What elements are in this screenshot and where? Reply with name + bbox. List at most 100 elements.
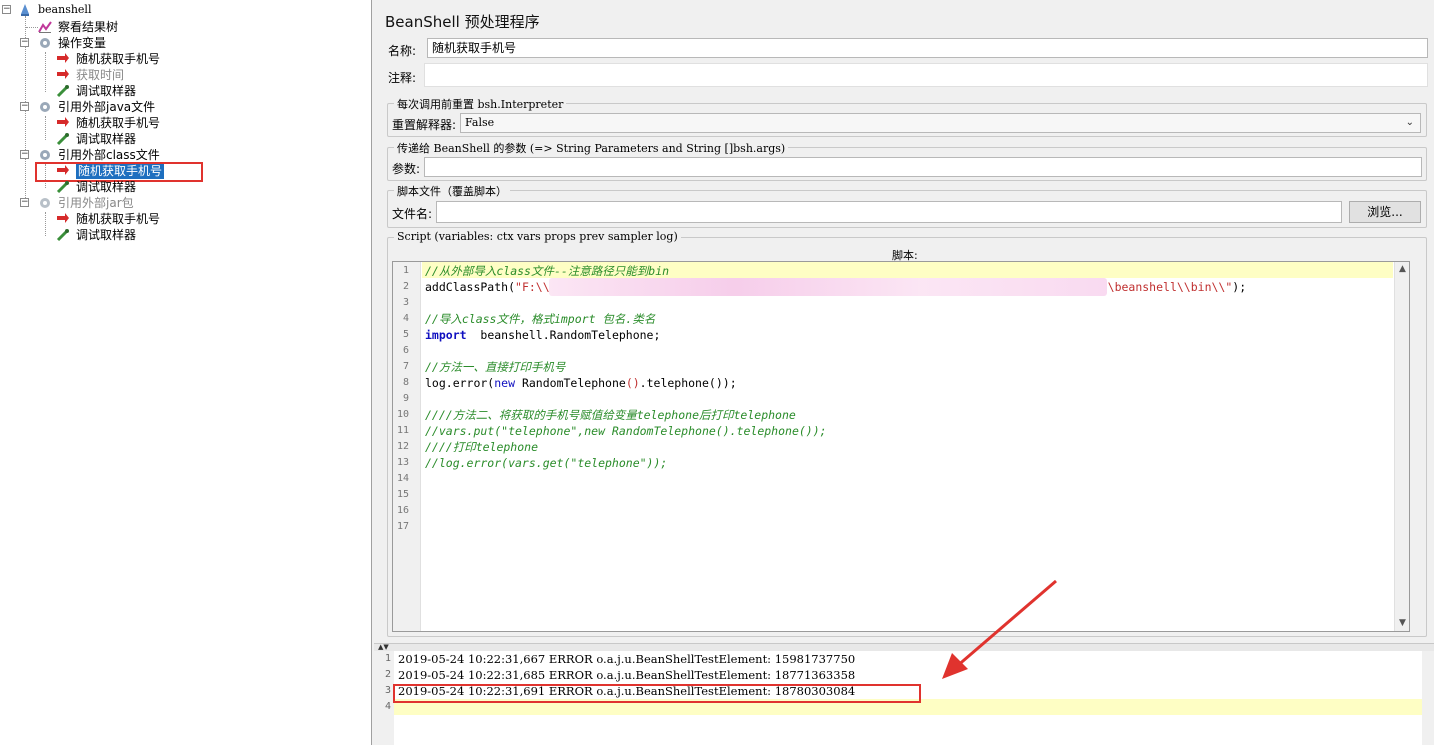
results-tree-icon (38, 21, 52, 33)
code-token: () (625, 376, 640, 390)
tree-node-label: 调试取样器 (76, 132, 137, 146)
log-scrollbar[interactable] (1422, 651, 1434, 745)
code-line: ////方法二、将获取的手机号赋值给变量telephone后打印telephon… (425, 408, 796, 422)
code-token: ()); (708, 376, 737, 390)
line-number: 4 (384, 701, 391, 712)
tree-node-jar[interactable]: − 引用外部jar包 (20, 195, 200, 211)
name-label: 名称: (388, 44, 417, 58)
group-title: 传递给 BeanShell 的参数 (=> String Parameters … (394, 140, 789, 156)
collapse-toggle[interactable]: − (20, 198, 29, 207)
log-line: 2019-05-24 10:22:31,685 ERROR o.a.j.u.Be… (398, 668, 856, 682)
tree-node-label: 调试取样器 (76, 228, 137, 242)
code-token: RandomTelephone (515, 376, 626, 390)
collapse-toggle[interactable]: − (20, 102, 29, 111)
line-number: 3 (384, 685, 391, 696)
code-line: //log.error(vars.get("telephone")); (425, 456, 668, 470)
panel-title: BeanShell 预处理程序 (385, 13, 540, 31)
log-line-gutter: 1 2 3 4 (374, 651, 394, 745)
code-line: //从外部导入class文件--注意路径只能到bin (425, 264, 670, 278)
line-number: 6 (402, 345, 409, 356)
tree-node-operate-vars[interactable]: − 操作变量 (20, 35, 180, 51)
preprocessor-icon (57, 53, 69, 63)
tree-node-label: 引用外部java文件 (58, 100, 156, 114)
code-token: .telephone (639, 376, 709, 390)
tree-node-java-file[interactable]: − 引用外部java文件 (20, 99, 200, 115)
scroll-up-icon[interactable]: ▲ (1395, 262, 1409, 277)
beanshell-preprocessor-panel: BeanShell 预处理程序 名称: 随机获取手机号 注释: 每次调用前重置 … (374, 0, 1434, 745)
tree-node-debug-sampler[interactable]: 调试取样器 (56, 131, 196, 147)
line-number: 3 (402, 297, 409, 308)
params-input[interactable] (424, 157, 1422, 177)
pipette-icon (56, 181, 69, 194)
log-splitter[interactable]: ▲▼ (374, 643, 1434, 651)
name-input[interactable]: 随机获取手机号 (427, 38, 1428, 58)
tree-node-debug-sampler[interactable]: 调试取样器 (56, 227, 196, 243)
script-editor[interactable]: 1 2 3 4 5 6 7 8 9 10 11 12 13 14 15 16 1… (392, 261, 1410, 632)
tree-node-class-file[interactable]: − 引用外部class文件 (20, 147, 200, 163)
log-output[interactable]: 1 2 3 4 2019-05-24 10:22:31,667 ERROR o.… (374, 651, 1434, 745)
gear-icon (40, 198, 50, 208)
scroll-down-icon[interactable]: ▼ (1395, 616, 1409, 631)
line-number: 17 (396, 521, 409, 532)
line-number: 1 (402, 265, 409, 276)
tree-node-random-phone[interactable]: 随机获取手机号 (56, 211, 196, 227)
collapse-toggle[interactable]: − (20, 150, 29, 159)
line-number: 9 (402, 393, 409, 404)
collapse-toggle[interactable]: − (20, 38, 29, 47)
filename-input[interactable] (436, 201, 1342, 223)
group-title: 脚本文件（覆盖脚本） (394, 183, 510, 199)
code-line: ////打印telephone (425, 440, 539, 454)
code-string: "F:\\ (515, 280, 550, 294)
tree-node-debug-sampler[interactable]: 调试取样器 (56, 179, 196, 195)
preprocessor-icon (57, 213, 69, 223)
reset-label: 重置解释器: (392, 118, 457, 132)
line-number: 8 (402, 377, 409, 388)
params-label: 参数: (392, 162, 421, 176)
tree-node-label: 随机获取手机号 (76, 212, 161, 226)
reset-value: False (465, 116, 495, 129)
reset-interpreter-select[interactable]: False ⌄ (460, 113, 1421, 133)
tree-node-label: 调试取样器 (76, 180, 137, 194)
redacted-path-blur (549, 278, 1107, 296)
code-line: log.error(new RandomTelephone().telephon… (425, 375, 737, 391)
code-line: //导入class文件，格式import 包名.类名 (425, 312, 656, 326)
line-number: 14 (396, 473, 409, 484)
line-number: 1 (384, 653, 391, 664)
tree-node-label: 调试取样器 (76, 84, 137, 98)
code-token: beanshell.RandomTelephone; (466, 328, 661, 342)
line-number: 7 (402, 361, 409, 372)
log-line: 2019-05-24 10:22:31,667 ERROR o.a.j.u.Be… (398, 652, 856, 666)
preprocessor-icon (57, 69, 69, 79)
pipette-icon (56, 85, 69, 98)
tree-node-random-phone[interactable]: 随机获取手机号 (56, 51, 196, 67)
code-keyword: import (425, 328, 467, 342)
tree-node-get-time[interactable]: 获取时间 (56, 67, 196, 83)
comment-label: 注释: (388, 71, 417, 85)
comment-input[interactable] (424, 63, 1428, 87)
annotation-highlight-box (393, 684, 921, 703)
preprocessor-icon (57, 117, 69, 127)
chevron-down-icon: ⌄ (1405, 117, 1414, 128)
line-number: 5 (402, 329, 409, 340)
line-number: 16 (396, 505, 409, 516)
editor-scrollbar[interactable]: ▲ ▼ (1394, 262, 1409, 631)
test-plan-tree[interactable]: − beanshell 察看结果树 − 操作变量 随机获取手机号 获取时间 调试… (0, 0, 372, 745)
tree-node-label: beanshell (38, 3, 92, 16)
line-number-gutter: 1 2 3 4 5 6 7 8 9 10 11 12 13 14 15 16 1… (393, 262, 421, 631)
tree-node-label: 随机获取手机号 (76, 52, 161, 66)
tree-node-debug-sampler[interactable]: 调试取样器 (56, 83, 196, 99)
code-line: //vars.put("telephone",new RandomTelepho… (425, 424, 827, 438)
collapse-toggle[interactable]: − (2, 5, 11, 14)
tree-node-label: 获取时间 (76, 68, 125, 82)
line-number: 2 (402, 281, 409, 292)
tree-node-label: 引用外部class文件 (58, 148, 160, 162)
line-number: 2 (384, 669, 391, 680)
tree-node-random-phone[interactable]: 随机获取手机号 (56, 115, 196, 131)
tree-connector (45, 212, 46, 236)
pipette-icon (56, 133, 69, 146)
tree-node-root[interactable]: − beanshell (2, 2, 122, 18)
test-plan-icon (21, 4, 29, 16)
browse-button[interactable]: 浏览... (1349, 201, 1421, 223)
tree-node-view-results[interactable]: 察看结果树 (38, 19, 178, 35)
code-line: import beanshell.RandomTelephone; (425, 327, 660, 343)
